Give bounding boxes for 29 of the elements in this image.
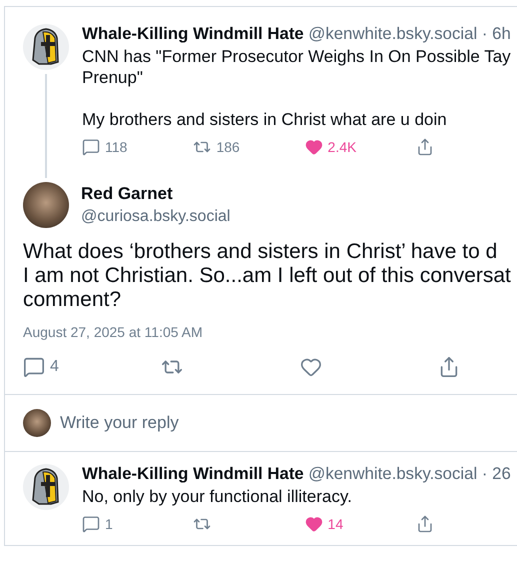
- like-button[interactable]: 2.4K: [304, 138, 365, 156]
- avatar-photo[interactable]: [23, 182, 69, 228]
- reply-button[interactable]: 1: [82, 515, 142, 533]
- post-header: Whale-Killing Windmill Hate @kenwhite.bsky.social · 26: [82, 464, 512, 484]
- share-button[interactable]: [416, 515, 434, 533]
- share-button[interactable]: [416, 138, 434, 156]
- post-text: No, only by your functional illiteracy.: [82, 486, 353, 507]
- speech-bubble-icon: [82, 138, 100, 156]
- reply-button[interactable]: 118: [82, 138, 142, 156]
- reply-button[interactable]: 4: [23, 356, 63, 378]
- avatar-photo[interactable]: [23, 409, 51, 437]
- reply-input[interactable]: Write your reply: [60, 413, 499, 433]
- speech-bubble-icon: [82, 515, 100, 533]
- post-text: CNN has "Former Prosecutor Weighs In On Possible Tay Prenup" My brothers and sisters in Christ what are u doin: [82, 46, 512, 130]
- speech-bubble-icon: [23, 356, 45, 378]
- share-icon: [416, 138, 434, 156]
- author-name[interactable]: Red Garnet: [81, 184, 230, 204]
- author-handle[interactable]: @curiosa.bsky.social: [81, 208, 230, 226]
- heart-icon: [304, 138, 323, 156]
- post-text: What does ‘brothers and sisters in Christ’ have to d I am not Christian. So...am I left out of this conversat comment?: [22, 239, 512, 312]
- heart-icon: [304, 515, 323, 533]
- heart-icon: [300, 356, 322, 378]
- repost-button[interactable]: 186: [193, 138, 254, 156]
- helmet-cross-icon: [23, 24, 69, 70]
- helmet-cross-icon: [23, 464, 69, 510]
- post-header: Whale-Killing Windmill Hate @kenwhite.bsky.social · 6h: [82, 24, 512, 44]
- post-date: August 27, 2025 at 11:05 AM: [23, 323, 204, 340]
- like-button[interactable]: 14: [304, 515, 365, 533]
- share-icon: [416, 515, 434, 533]
